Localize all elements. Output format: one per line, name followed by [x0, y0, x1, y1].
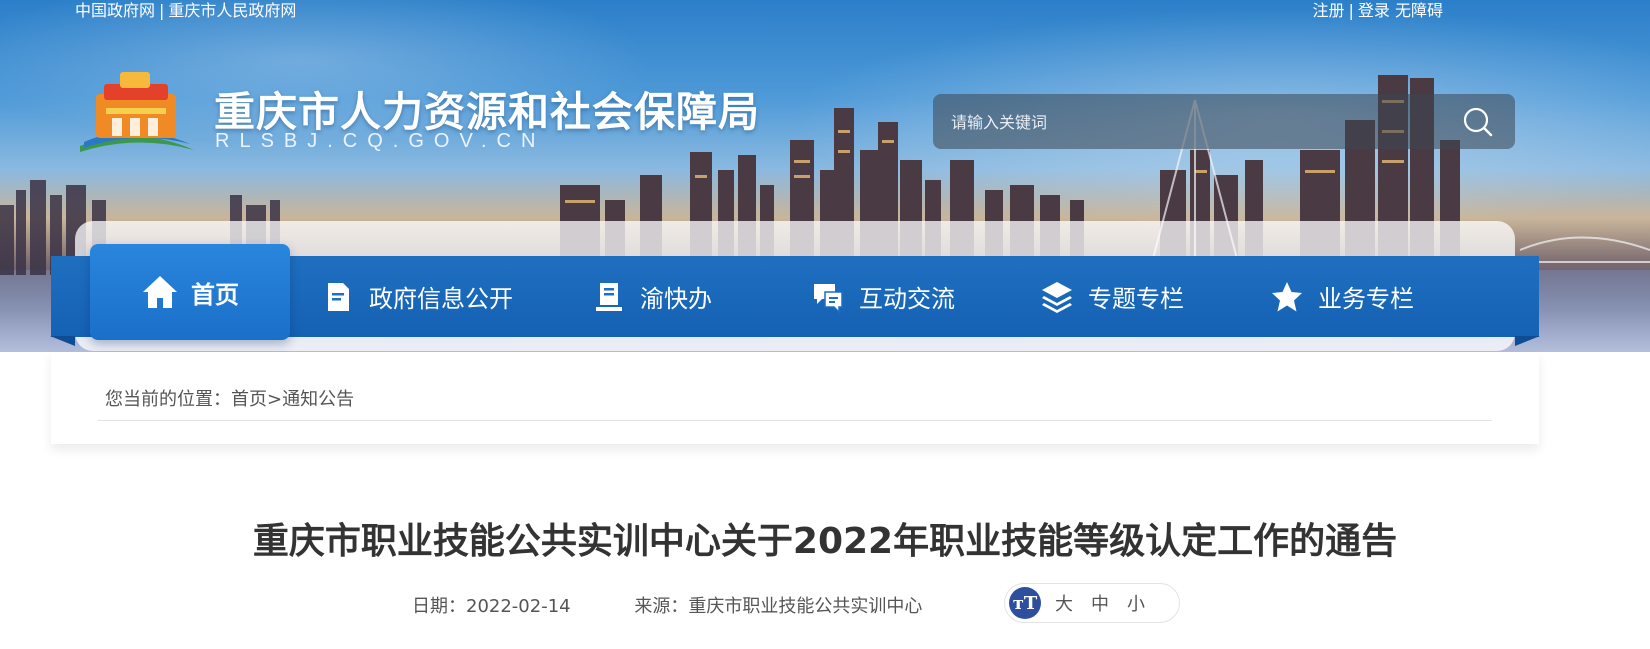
link-cq-gov[interactable]: 重庆市人民政府网 — [168, 1, 296, 20]
nav-item-home[interactable]: 首页 — [90, 244, 290, 340]
date-label: 日期： — [412, 596, 466, 617]
site-title: 重庆市人力资源和社会保障局 — [214, 88, 760, 136]
top-links-left: 中国政府网 | 重庆市人民政府网 — [75, 0, 296, 21]
font-size-control: тT 大 中 小 — [1004, 583, 1180, 623]
font-size-small[interactable]: 小 — [1127, 590, 1145, 616]
breadcrumb-divider — [98, 420, 1492, 421]
layers-icon — [1042, 281, 1072, 313]
login-link[interactable]: 登录 — [1358, 1, 1390, 20]
search-box — [933, 94, 1515, 149]
nav-item-business[interactable]: 业务专栏 — [1270, 256, 1414, 337]
home-icon — [143, 276, 177, 308]
nav-label: 渝快办 — [640, 285, 712, 313]
font-size-icon: тT — [1009, 587, 1041, 619]
link-separator: | — [1348, 1, 1354, 20]
search-input[interactable] — [951, 106, 1431, 138]
breadcrumb-current-link[interactable]: 通知公告 — [282, 389, 354, 410]
search-icon[interactable] — [1461, 105, 1495, 139]
star-icon — [1272, 281, 1302, 311]
site-domain: RLSBJ.CQ.GOV.CN — [215, 130, 546, 152]
article-source: 重庆市职业技能公共实训中心 — [688, 596, 923, 617]
bureau-logo-icon[interactable] — [74, 68, 196, 160]
font-size-medium[interactable]: 中 — [1091, 590, 1109, 616]
link-gov-cn[interactable]: 中国政府网 — [75, 1, 155, 20]
article-date: 2022-02-14 — [466, 596, 571, 617]
article-meta: 日期：2022-02-14 来源：重庆市职业技能公共实训中心 — [412, 592, 922, 618]
register-link[interactable]: 注册 — [1312, 1, 1344, 20]
breadcrumb-prefix: 您当前的位置： — [105, 389, 231, 410]
nav-item-topics[interactable]: 专题专栏 — [1040, 256, 1184, 337]
accessibility-link[interactable]: 无障碍 — [1395, 1, 1443, 20]
breadcrumb-home-link[interactable]: 首页 — [231, 389, 267, 410]
chat-icon — [814, 283, 843, 314]
nav-label: 互动交流 — [859, 285, 955, 313]
book-icon — [596, 282, 622, 311]
breadcrumb: 您当前的位置：首页>通知公告 — [105, 385, 354, 411]
nav-label: 首页 — [191, 280, 239, 309]
breadcrumb-card: 您当前的位置：首页>通知公告 — [51, 352, 1539, 444]
nav-item-gov-info[interactable]: 政府信息公开 — [321, 256, 513, 337]
font-size-large[interactable]: 大 — [1055, 590, 1073, 616]
article-title: 重庆市职业技能公共实训中心关于2022年职业技能等级认定工作的通告 — [252, 521, 1398, 562]
link-separator: | — [159, 1, 165, 20]
nav-item-interaction[interactable]: 互动交流 — [811, 256, 955, 337]
nav-item-yukuaiban[interactable]: 渝快办 — [592, 256, 712, 337]
document-icon — [328, 282, 349, 311]
top-links-right: 注册 | 登录 无障碍 — [1312, 0, 1443, 21]
nav-label: 政府信息公开 — [369, 285, 513, 313]
breadcrumb-separator: > — [267, 389, 283, 410]
nav-label: 专题专栏 — [1088, 285, 1184, 313]
source-label: 来源： — [634, 596, 689, 617]
nav-label: 业务专栏 — [1318, 285, 1414, 313]
